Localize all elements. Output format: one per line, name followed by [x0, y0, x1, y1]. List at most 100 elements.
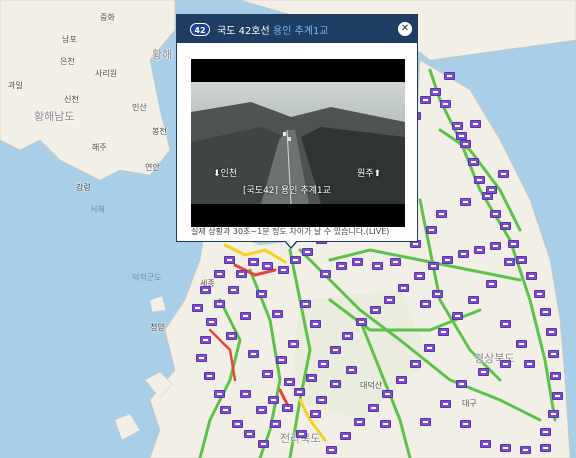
cctv-marker-icon[interactable]: [302, 248, 313, 256]
cctv-marker-icon[interactable]: [256, 290, 267, 298]
cctv-marker-icon[interactable]: [456, 132, 467, 140]
cctv-marker-icon[interactable]: [440, 400, 451, 408]
cctv-marker-icon[interactable]: [310, 410, 321, 418]
cctv-marker-icon[interactable]: [356, 318, 367, 326]
cctv-marker-icon[interactable]: [192, 304, 203, 312]
cctv-marker-icon[interactable]: [336, 262, 347, 270]
cctv-marker-icon[interactable]: [420, 300, 431, 308]
cctv-marker-icon[interactable]: [550, 372, 561, 380]
cctv-marker-icon[interactable]: [214, 390, 225, 398]
cctv-marker-icon[interactable]: [278, 266, 289, 274]
cctv-marker-icon[interactable]: [354, 418, 365, 426]
cctv-marker-icon[interactable]: [540, 308, 551, 316]
cctv-marker-icon[interactable]: [288, 340, 299, 348]
cctv-marker-icon[interactable]: [474, 246, 485, 254]
cctv-marker-icon[interactable]: [248, 258, 259, 266]
cctv-marker-icon[interactable]: [432, 290, 443, 298]
cctv-marker-icon[interactable]: [438, 328, 449, 336]
cctv-marker-icon[interactable]: [282, 404, 293, 412]
cctv-video[interactable]: ⬇인천 원주⬆ [국도42] 용인 추계1교: [191, 59, 405, 227]
cctv-marker-icon[interactable]: [500, 222, 511, 230]
cctv-marker-icon[interactable]: [468, 158, 479, 166]
cctv-marker-icon[interactable]: [540, 428, 551, 436]
cctv-marker-icon[interactable]: [206, 318, 217, 326]
cctv-marker-icon[interactable]: [204, 372, 215, 380]
cctv-marker-icon[interactable]: [540, 444, 551, 452]
cctv-marker-icon[interactable]: [372, 262, 383, 270]
cctv-marker-icon[interactable]: [326, 446, 337, 454]
cctv-marker-icon[interactable]: [428, 262, 439, 270]
cctv-marker-icon[interactable]: [316, 396, 327, 404]
cctv-marker-icon[interactable]: [478, 368, 489, 376]
cctv-marker-icon[interactable]: [480, 440, 491, 448]
cctv-marker-icon[interactable]: [296, 430, 307, 438]
cctv-marker-icon[interactable]: [310, 320, 321, 328]
cctv-marker-icon[interactable]: [500, 320, 511, 328]
cctv-marker-icon[interactable]: [524, 360, 535, 368]
cctv-marker-icon[interactable]: [200, 286, 211, 294]
cctv-marker-icon[interactable]: [504, 258, 515, 266]
cctv-marker-icon[interactable]: [516, 256, 527, 264]
cctv-marker-icon[interactable]: [440, 100, 451, 108]
cctv-marker-icon[interactable]: [342, 332, 353, 340]
cctv-marker-icon[interactable]: [236, 270, 247, 278]
cctv-marker-icon[interactable]: [232, 420, 243, 428]
cctv-marker-icon[interactable]: [444, 72, 455, 80]
cctv-marker-icon[interactable]: [294, 388, 305, 396]
cctv-marker-icon[interactable]: [414, 272, 425, 280]
cctv-marker-icon[interactable]: [486, 280, 497, 288]
cctv-marker-icon[interactable]: [258, 440, 269, 448]
cctv-marker-icon[interactable]: [410, 360, 421, 368]
cctv-marker-icon[interactable]: [470, 120, 481, 128]
cctv-marker-icon[interactable]: [240, 312, 251, 320]
cctv-marker-icon[interactable]: [430, 88, 441, 96]
cctv-marker-icon[interactable]: [546, 328, 557, 336]
cctv-marker-icon[interactable]: [452, 312, 463, 320]
cctv-marker-icon[interactable]: [368, 404, 379, 412]
cctv-marker-icon[interactable]: [220, 406, 231, 414]
cctv-marker-icon[interactable]: [268, 396, 279, 404]
cctv-marker-icon[interactable]: [300, 300, 311, 308]
cctv-marker-icon[interactable]: [214, 270, 225, 278]
cctv-marker-icon[interactable]: [290, 256, 301, 264]
cctv-marker-icon[interactable]: [196, 354, 207, 362]
cctv-marker-icon[interactable]: [256, 406, 267, 414]
cctv-marker-icon[interactable]: [240, 390, 251, 398]
cctv-marker-icon[interactable]: [442, 256, 453, 264]
cctv-marker-icon[interactable]: [262, 262, 273, 270]
cctv-marker-icon[interactable]: [458, 250, 469, 258]
cctv-marker-icon[interactable]: [456, 380, 467, 388]
cctv-marker-icon[interactable]: [200, 336, 211, 344]
close-button[interactable]: ✕: [398, 22, 412, 36]
cctv-marker-icon[interactable]: [248, 350, 259, 358]
cctv-marker-icon[interactable]: [500, 360, 511, 368]
cctv-marker-icon[interactable]: [398, 284, 409, 292]
cctv-marker-icon[interactable]: [228, 286, 239, 294]
cctv-marker-icon[interactable]: [460, 198, 471, 206]
cctv-marker-icon[interactable]: [330, 346, 341, 354]
cctv-marker-icon[interactable]: [330, 380, 341, 388]
cctv-marker-icon[interactable]: [436, 210, 447, 218]
cctv-marker-icon[interactable]: [306, 374, 317, 382]
cctv-marker-icon[interactable]: [420, 96, 431, 104]
cctv-marker-icon[interactable]: [420, 418, 431, 426]
cctv-marker-icon[interactable]: [552, 392, 563, 400]
cctv-marker-icon[interactable]: [382, 390, 393, 398]
cctv-marker-icon[interactable]: [318, 360, 329, 368]
cctv-marker-icon[interactable]: [226, 332, 237, 340]
cctv-marker-icon[interactable]: [486, 186, 497, 194]
cctv-marker-icon[interactable]: [548, 410, 559, 418]
cctv-marker-icon[interactable]: [340, 432, 351, 440]
cctv-marker-icon[interactable]: [262, 370, 273, 378]
cctv-marker-icon[interactable]: [498, 170, 509, 178]
cctv-marker-icon[interactable]: [474, 176, 485, 184]
cctv-marker-icon[interactable]: [460, 140, 471, 148]
cctv-marker-icon[interactable]: [214, 300, 225, 308]
cctv-marker-icon[interactable]: [520, 446, 531, 454]
cctv-marker-icon[interactable]: [452, 122, 463, 130]
cctv-marker-icon[interactable]: [270, 420, 281, 428]
cctv-marker-icon[interactable]: [426, 226, 437, 234]
cctv-marker-icon[interactable]: [320, 270, 331, 278]
cctv-marker-icon[interactable]: [490, 242, 501, 250]
cctv-marker-icon[interactable]: [500, 444, 511, 452]
